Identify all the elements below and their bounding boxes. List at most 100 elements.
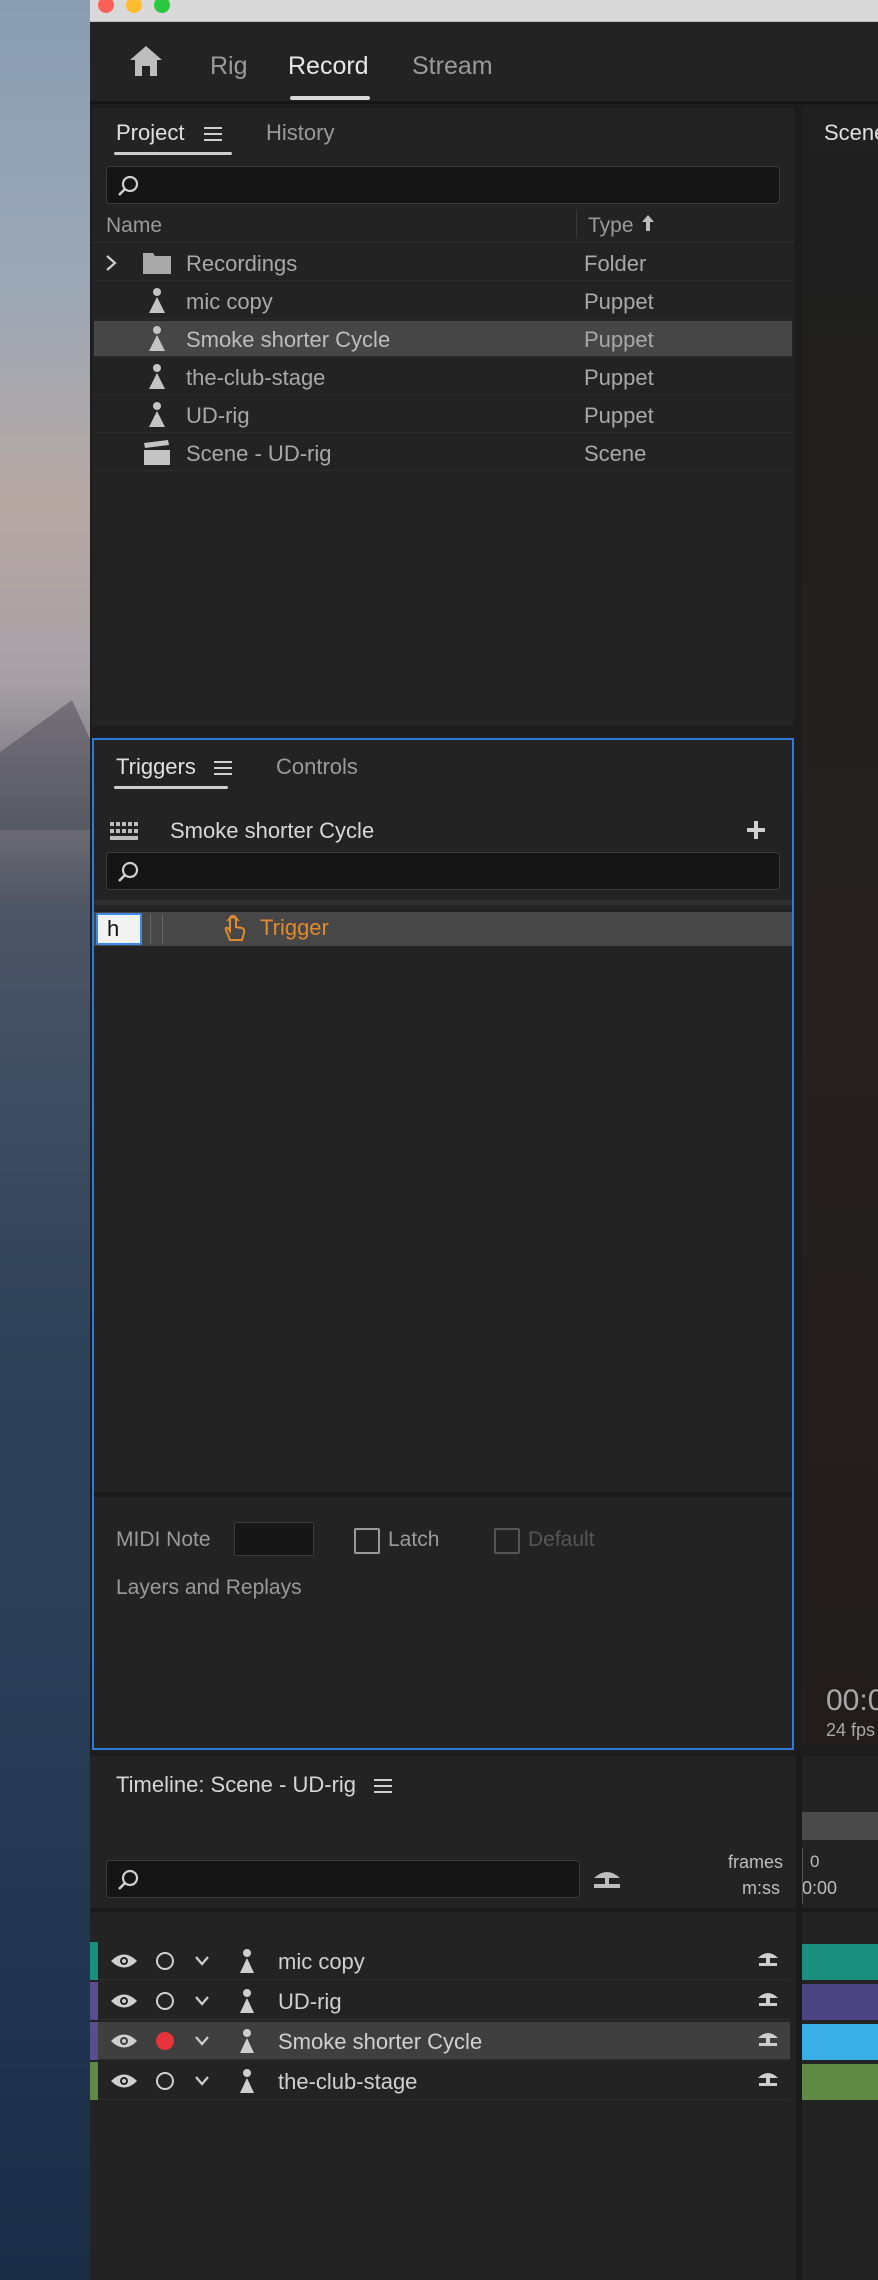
midi-note-input[interactable] (234, 1522, 314, 1556)
track-color-bar (90, 2022, 98, 2060)
record-arm-toggle[interactable] (156, 1952, 174, 1970)
timeline-row-label: mic copy (278, 1949, 365, 1974)
record-arm-icon[interactable] (756, 1950, 780, 1970)
chevron-down-icon[interactable] (194, 1995, 210, 2007)
list-item-type: Folder (584, 251, 647, 276)
scene-viewport[interactable] (802, 156, 878, 1746)
eye-icon[interactable] (110, 2072, 138, 2090)
puppet-icon (149, 326, 165, 351)
frames-value: 0 (810, 1852, 820, 1871)
triggers-panel-menu-icon[interactable] (214, 761, 232, 775)
latch-label: Latch (388, 1528, 440, 1551)
timeline-panel-menu-icon[interactable] (374, 1779, 392, 1793)
puppet-icon (240, 1989, 254, 2013)
timeline-row-ud-rig[interactable]: UD-rig (90, 1982, 790, 2020)
list-item-name: Smoke shorter Cycle (186, 327, 391, 352)
keyboard-icon (110, 822, 138, 840)
project-row-the-club-stage[interactable]: the-club-stage Puppet (94, 359, 792, 395)
triggers-tab-underline (114, 786, 228, 789)
timeline-track-ud-rig[interactable] (802, 1984, 878, 2020)
project-row-scene-ud-rig[interactable]: Scene - UD-rig Scene (94, 435, 792, 471)
minimize-window-button[interactable] (126, 0, 142, 13)
workspace-tab-record[interactable]: Record (288, 52, 369, 81)
midi-note-label: MIDI Note (116, 1528, 211, 1551)
timeline-row-smoke-shorter-cycle[interactable]: Smoke shorter Cycle (90, 2022, 790, 2060)
zoom-window-button[interactable] (154, 0, 170, 13)
track-color-bar (90, 2062, 98, 2100)
record-arm-toggle[interactable] (156, 1992, 174, 2010)
eye-icon[interactable] (110, 1992, 138, 2010)
column-header-type[interactable]: Type (588, 214, 634, 238)
record-arm-icon[interactable] (756, 2070, 780, 2090)
timeline-row-mic-copy[interactable]: mic copy (90, 1942, 790, 1980)
timeline-track-the-club-stage[interactable] (802, 2064, 878, 2100)
layers-and-replays-label: Layers and Replays (116, 1576, 302, 1599)
tab-history[interactable]: History (266, 120, 334, 146)
workspace-tab-stream[interactable]: Stream (412, 52, 493, 81)
project-row-mic-copy[interactable]: mic copy Puppet (94, 283, 792, 319)
timeline-row-label: the-club-stage (278, 2069, 418, 2094)
triggers-search-field[interactable] (106, 852, 780, 890)
chevron-down-icon[interactable] (194, 2075, 210, 2087)
home-icon[interactable] (128, 44, 164, 78)
mss-label: m:ss (742, 1878, 780, 1898)
list-item-name: the-club-stage (186, 365, 326, 390)
trigger-row[interactable]: h Trigger (94, 912, 792, 946)
timeline-scrubber-bar[interactable] (802, 1812, 878, 1840)
project-row-recordings[interactable]: Recordings Folder (94, 245, 792, 281)
project-row-smoke-shorter-cycle[interactable]: Smoke shorter Cycle Puppet (94, 321, 792, 357)
trigger-label[interactable]: Trigger (260, 915, 329, 941)
chevron-down-icon[interactable] (194, 2035, 210, 2047)
list-item-type: Puppet (584, 327, 654, 352)
record-arm-icon[interactable] (756, 1990, 780, 2010)
project-tab-underline (114, 152, 232, 155)
timeline-track-mic-copy[interactable] (802, 1944, 878, 1980)
tab-controls[interactable]: Controls (276, 754, 358, 780)
chevron-down-icon[interactable] (194, 1955, 210, 1967)
scene-panel: Scene 00:0 24 fps (802, 106, 878, 1746)
search-icon (118, 1869, 139, 1890)
project-row-ud-rig[interactable]: UD-rig Puppet (94, 397, 792, 433)
default-checkbox[interactable] (494, 1528, 520, 1554)
record-arm-all-icon[interactable] (590, 1866, 624, 1894)
workspace-tab-rig[interactable]: Rig (210, 52, 248, 81)
timeline-search-input[interactable] (147, 1865, 573, 1893)
timeline-row-label: Smoke shorter Cycle (278, 2029, 483, 2054)
project-panel: Project History Name Type Recordings Fol… (92, 108, 794, 828)
timeline-row-the-club-stage[interactable]: the-club-stage (90, 2062, 790, 2100)
scene-time-readout: 00:0 (826, 1684, 878, 1717)
project-search-field[interactable] (106, 166, 780, 204)
list-item-type: Scene (584, 441, 647, 466)
list-item-type: Puppet (584, 365, 654, 390)
trigger-key-field[interactable]: h (96, 913, 142, 945)
timeline-search-field[interactable] (106, 1860, 580, 1898)
timeline-panel: Timeline: Scene - UD-rig frames m:ss 0 0… (90, 1756, 878, 2280)
title-bar (90, 0, 878, 22)
track-color-bar (90, 1982, 98, 2020)
project-panel-menu-icon[interactable] (204, 127, 222, 141)
timeline-track-smoke-shorter-cycle[interactable] (802, 2024, 878, 2060)
column-divider (576, 210, 577, 238)
record-arm-toggle[interactable] (156, 2072, 174, 2090)
eye-icon[interactable] (110, 1952, 138, 1970)
tab-triggers[interactable]: Triggers (116, 754, 196, 780)
add-trigger-plus-icon[interactable] (746, 820, 766, 840)
folder-icon (143, 253, 171, 274)
frames-label: frames (728, 1852, 784, 1872)
timeline-title: Timeline: Scene - UD-rig (116, 1772, 357, 1797)
eye-icon[interactable] (110, 2032, 138, 2050)
scene-clapper-icon (144, 440, 170, 465)
list-item-name: UD-rig (186, 403, 250, 428)
scene-fps-readout: 24 fps (826, 1720, 876, 1740)
project-search-input[interactable] (147, 171, 773, 199)
triggers-search-input[interactable] (147, 857, 773, 885)
desktop-wallpaper (0, 0, 90, 2280)
column-header-name[interactable]: Name (106, 214, 162, 238)
record-arm-icon[interactable] (756, 2030, 780, 2050)
record-arm-toggle-armed[interactable] (156, 2032, 174, 2050)
latch-checkbox[interactable] (354, 1528, 380, 1554)
chevron-right-icon[interactable] (104, 254, 118, 272)
tab-scene[interactable]: Scene (824, 120, 878, 146)
close-window-button[interactable] (98, 0, 114, 13)
tab-project[interactable]: Project (116, 120, 184, 146)
